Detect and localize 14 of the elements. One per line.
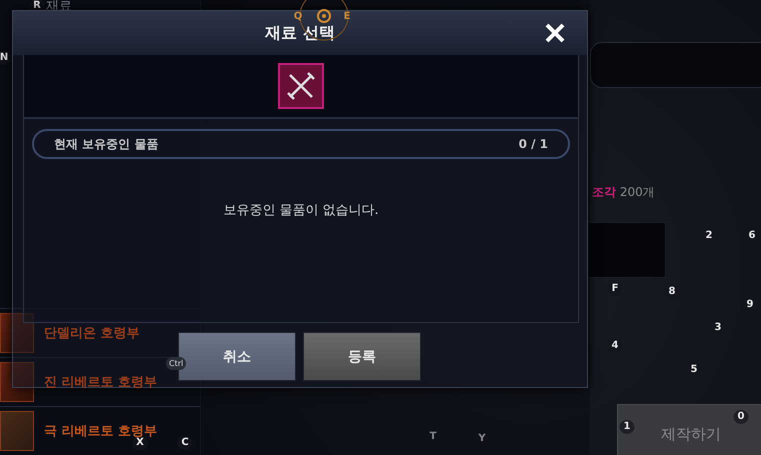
hotkey-label: E [342, 10, 352, 24]
hotkey-label: Q [292, 10, 304, 24]
recipe-name[interactable]: 진 리베르토 호령부 [44, 373, 158, 391]
hotkey-label: F [608, 282, 622, 296]
dialog-title: 재료 선택 [265, 22, 335, 44]
recipe-name[interactable]: 단델리온 호령부 [44, 324, 140, 342]
requirement-text: 조각 200개 [592, 184, 655, 201]
close-button[interactable] [543, 21, 567, 45]
register-button[interactable]: 등록 [303, 332, 421, 381]
owned-label: 현재 보유중인 물품 [54, 136, 158, 152]
empty-message: 보유중인 물품이 없습니다. [223, 202, 379, 219]
owned-count: 0 / 1 [518, 137, 548, 151]
crossed-swords-icon [278, 63, 324, 109]
hotkey-label: Ctrl [166, 357, 186, 370]
